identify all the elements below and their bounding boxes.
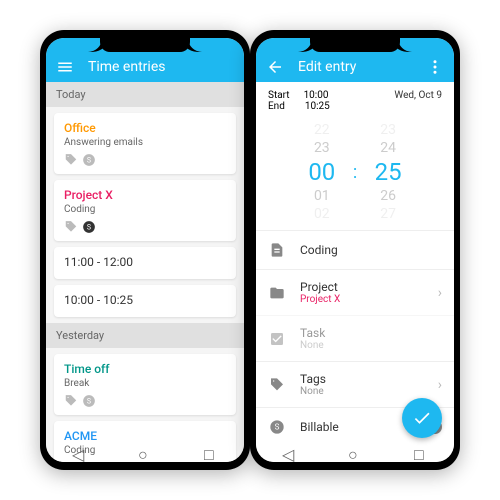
screen-right: Edit entry Start 10:00 Wed, Oct 9 End 10… bbox=[256, 38, 454, 462]
entry-title: ACME bbox=[64, 429, 226, 443]
entry-title: Office bbox=[64, 121, 226, 135]
back-icon[interactable] bbox=[266, 58, 284, 76]
project-row[interactable]: Project Project X › bbox=[256, 269, 454, 315]
section-header-today: Today bbox=[46, 82, 244, 107]
entry-subtitle: Coding bbox=[64, 204, 226, 215]
notch bbox=[100, 38, 190, 52]
entry-icons: S bbox=[64, 152, 226, 166]
entry-card[interactable]: Project X Coding S bbox=[54, 180, 236, 241]
description-row[interactable]: Coding bbox=[256, 230, 454, 269]
entry-card[interactable]: 10:00 - 10:25 bbox=[54, 285, 236, 317]
minute-picker[interactable]: 23 24 25 26 27 bbox=[363, 122, 413, 222]
folder-icon bbox=[268, 284, 286, 302]
billable-icon: S bbox=[82, 219, 96, 233]
project-label: Project bbox=[300, 280, 424, 294]
check-icon bbox=[412, 408, 432, 428]
svg-text:S: S bbox=[87, 156, 91, 164]
description-icon bbox=[268, 241, 286, 259]
svg-text:S: S bbox=[87, 397, 91, 405]
task-value: None bbox=[300, 340, 442, 351]
entry-card[interactable]: Office Answering emails S bbox=[54, 113, 236, 174]
entry-time: 11:00 - 12:00 bbox=[64, 255, 226, 269]
back-nav-icon[interactable]: ◁ bbox=[72, 445, 86, 459]
svg-text:S: S bbox=[275, 423, 280, 432]
tag-icon bbox=[268, 376, 286, 394]
entry-icons: S bbox=[64, 219, 226, 233]
tag-icon bbox=[64, 393, 78, 407]
recent-nav-icon[interactable]: □ bbox=[414, 445, 428, 459]
billable-icon: S bbox=[268, 418, 286, 436]
phone-left: Time entries Today Office Answering emai… bbox=[40, 30, 250, 470]
chevron-right-icon: › bbox=[438, 285, 442, 301]
description-value: Coding bbox=[300, 243, 442, 257]
entry-title: Time off bbox=[64, 362, 226, 376]
screen-left: Time entries Today Office Answering emai… bbox=[46, 38, 244, 462]
back-nav-icon[interactable]: ◁ bbox=[282, 445, 296, 459]
tag-icon bbox=[64, 219, 78, 233]
save-fab[interactable] bbox=[402, 398, 442, 438]
phone-right: Edit entry Start 10:00 Wed, Oct 9 End 10… bbox=[250, 30, 460, 470]
section-header-yesterday: Yesterday bbox=[46, 323, 244, 348]
tag-icon bbox=[64, 152, 78, 166]
page-title: Time entries bbox=[88, 59, 234, 75]
date-label: Wed, Oct 9 bbox=[394, 90, 442, 101]
entry-title: Project X bbox=[64, 188, 226, 202]
notch bbox=[310, 38, 400, 52]
nav-bar: ◁ ○ □ bbox=[256, 442, 454, 462]
more-icon[interactable] bbox=[426, 58, 444, 76]
end-time: 10:25 bbox=[305, 101, 330, 112]
end-label: End bbox=[268, 101, 285, 112]
task-label: Task bbox=[300, 326, 442, 340]
start-label: Start bbox=[268, 90, 290, 101]
hour-picker[interactable]: 22 23 00 01 02 bbox=[297, 122, 347, 222]
nav-bar: ◁ ○ □ bbox=[46, 442, 244, 462]
content-left: Today Office Answering emails S Project … bbox=[46, 82, 244, 462]
time-range[interactable]: Start 10:00 Wed, Oct 9 End 10:25 bbox=[256, 82, 454, 118]
tags-label: Tags bbox=[300, 372, 424, 386]
entry-subtitle: Break bbox=[64, 378, 226, 389]
project-value: Project X bbox=[300, 294, 424, 305]
entry-subtitle: Answering emails bbox=[64, 137, 226, 148]
start-time: 10:00 bbox=[304, 90, 329, 101]
tags-value: None bbox=[300, 386, 424, 397]
time-picker[interactable]: 22 23 00 01 02 : 23 24 25 26 27 bbox=[256, 118, 454, 230]
time-separator: : bbox=[347, 162, 363, 183]
page-title: Edit entry bbox=[298, 59, 412, 75]
task-icon bbox=[268, 330, 286, 348]
menu-icon[interactable] bbox=[56, 58, 74, 76]
entry-card[interactable]: 11:00 - 12:00 bbox=[54, 247, 236, 279]
entry-icons: S bbox=[64, 393, 226, 407]
billable-label: Billable bbox=[300, 420, 406, 434]
recent-nav-icon[interactable]: □ bbox=[204, 445, 218, 459]
billable-icon: S bbox=[82, 152, 96, 166]
billable-icon: S bbox=[82, 393, 96, 407]
task-row: Task None bbox=[256, 315, 454, 361]
chevron-right-icon: › bbox=[438, 377, 442, 393]
svg-text:S: S bbox=[87, 223, 91, 231]
entry-card[interactable]: Time off Break S bbox=[54, 354, 236, 415]
entry-time: 10:00 - 10:25 bbox=[64, 293, 226, 307]
home-nav-icon[interactable]: ○ bbox=[348, 445, 362, 459]
home-nav-icon[interactable]: ○ bbox=[138, 445, 152, 459]
